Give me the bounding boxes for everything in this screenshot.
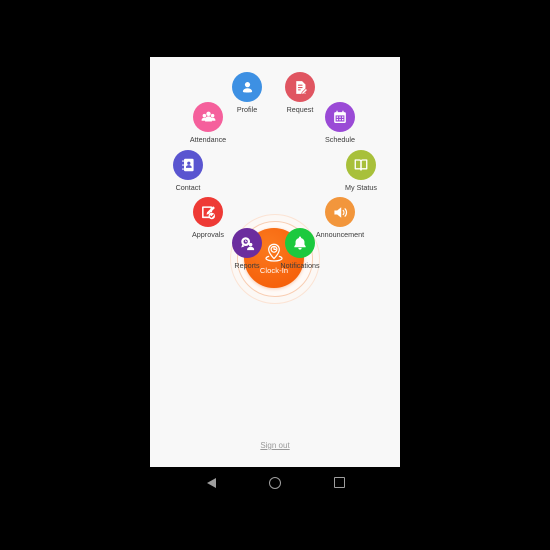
chat-report-icon [232, 228, 262, 258]
menu-item-notifications[interactable]: Notifications [263, 228, 337, 270]
menu-item-attendance[interactable]: Attendance [171, 102, 245, 144]
signout-container: Sign out [150, 435, 400, 453]
person-icon [232, 72, 262, 102]
document-pen-icon [285, 72, 315, 102]
menu-item-label: Schedule [325, 135, 355, 144]
menu-item-label: Notifications [280, 261, 320, 270]
speaker-icon [325, 197, 355, 227]
radial-menu: Clock-In Profile Request Attendance Sche… [150, 57, 400, 407]
address-book-icon [173, 150, 203, 180]
menu-item-label: Reports [234, 261, 260, 270]
back-triangle-icon [206, 477, 216, 488]
recents-square-icon [333, 477, 345, 488]
nav-home-button[interactable] [266, 474, 284, 492]
people-group-icon [193, 102, 223, 132]
menu-item-contact[interactable]: Contact [151, 150, 225, 192]
signout-link[interactable]: Sign out [260, 441, 289, 450]
menu-item-label: Contact [175, 183, 201, 192]
nav-back-button[interactable] [202, 474, 220, 492]
calendar-icon [325, 102, 355, 132]
screenshot-canvas: Clock-In Profile Request Attendance Sche… [0, 0, 550, 550]
phone-device: Clock-In Profile Request Attendance Sche… [150, 57, 400, 498]
menu-item-label: My Status [345, 183, 377, 192]
edit-approve-icon [193, 197, 223, 227]
menu-item-label: Attendance [189, 135, 227, 144]
menu-item-my-status[interactable]: My Status [324, 150, 398, 192]
phone-screen: Clock-In Profile Request Attendance Sche… [150, 57, 400, 467]
open-book-icon [346, 150, 376, 180]
android-navigation-bar [150, 467, 400, 498]
nav-recents-button[interactable] [330, 474, 348, 492]
bell-icon [285, 228, 315, 258]
menu-item-schedule[interactable]: Schedule [303, 102, 377, 144]
home-circle-icon [269, 476, 281, 489]
